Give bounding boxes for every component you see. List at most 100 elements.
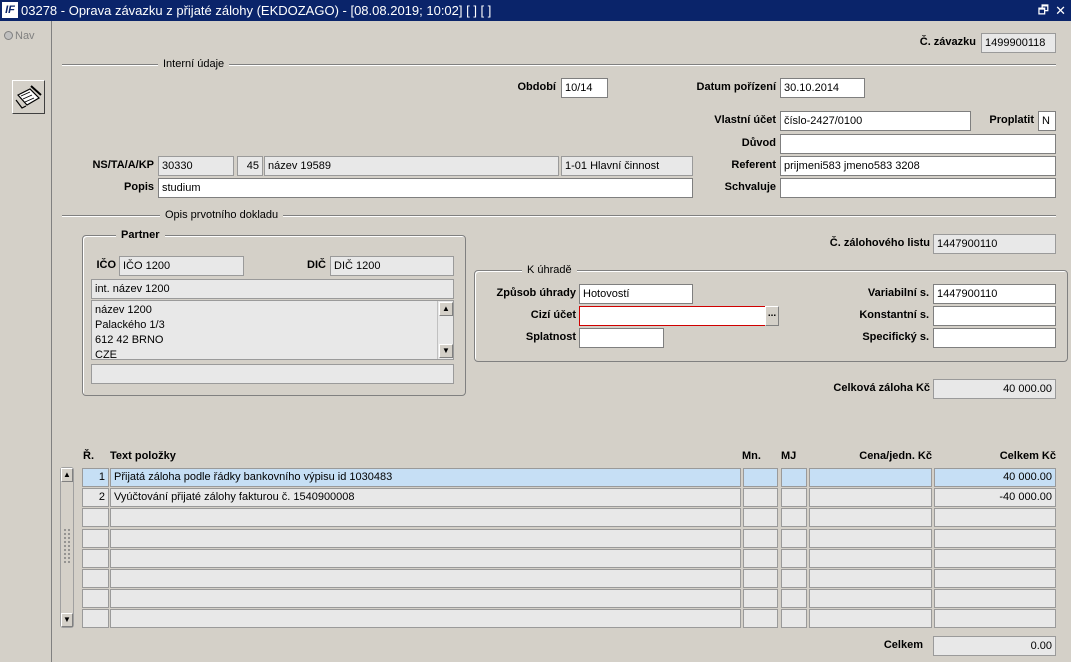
grid-cell-mj[interactable] <box>781 569 807 588</box>
grid-cell-text[interactable] <box>110 569 741 588</box>
vlastni-ucet-label: Vlastní účet <box>714 114 776 126</box>
col-header-cena: Cena/jedn. Kč <box>859 450 932 462</box>
grid-cell-cena[interactable] <box>809 609 932 629</box>
title-bar: IF 03278 - Oprava závazku z přijaté zálo… <box>0 0 1071 21</box>
grid-cell-cena[interactable] <box>809 508 932 528</box>
edit-document-button[interactable] <box>12 80 45 114</box>
scroll-down-icon[interactable]: ▼ <box>439 344 453 358</box>
grid-cell-text[interactable] <box>110 589 741 609</box>
grid-cell-text[interactable]: Vyúčtování přijaté zálohy fakturou č. 15… <box>110 488 741 508</box>
grid-cell-celkem[interactable] <box>934 548 1056 568</box>
scroll-down-icon[interactable]: ▼ <box>61 613 73 627</box>
scroll-up-icon[interactable]: ▲ <box>439 302 453 316</box>
ta-field[interactable]: 45 <box>237 156 263 176</box>
left-panel: Nav <box>0 21 52 662</box>
partner-extra-field[interactable] <box>91 364 454 384</box>
a-field[interactable]: název 19589 <box>264 156 559 176</box>
int-nazev-field[interactable]: int. název 1200 <box>91 279 454 299</box>
col-header-celkem: Celkem Kč <box>999 450 1056 462</box>
grid-cell-mj[interactable] <box>781 589 807 609</box>
grid-cell-r[interactable] <box>82 528 109 548</box>
grid-cell-text[interactable] <box>110 508 741 528</box>
grid-cell-celkem[interactable] <box>934 508 1056 528</box>
proplatit-field[interactable]: N <box>1038 111 1056 131</box>
obdobi-field[interactable]: 10/14 <box>561 78 608 98</box>
grid-cell-celkem[interactable]: -40 000.00 <box>934 488 1056 508</box>
grid-cell-mj[interactable] <box>781 508 807 528</box>
variabilni-field[interactable]: 1447900110 <box>933 284 1056 304</box>
grid-cell-mj[interactable] <box>781 609 807 629</box>
address-line: CZE <box>95 349 117 359</box>
referent-label: Referent <box>731 159 776 171</box>
grid-cell-celkem[interactable] <box>934 528 1056 548</box>
grid-cell-text[interactable]: Přijatá záloha podle řádky bankovního vý… <box>110 468 741 487</box>
zal-listu-field[interactable]: 1447900110 <box>933 234 1056 254</box>
grid-cell-mn[interactable] <box>743 508 778 528</box>
datum-field[interactable]: 30.10.2014 <box>780 78 865 98</box>
grid-cell-celkem[interactable]: 40 000.00 <box>934 468 1056 487</box>
address-line: Palackého 1/3 <box>95 319 165 331</box>
splatnost-field[interactable] <box>579 328 664 348</box>
scroll-up-icon[interactable]: ▲ <box>61 468 73 482</box>
grid-cell-r[interactable] <box>82 569 109 588</box>
col-header-mj: MJ <box>781 450 797 462</box>
grid-cell-cena[interactable] <box>809 569 932 588</box>
address-textarea[interactable]: název 1200 Palackého 1/3 612 42 BRNO CZE… <box>91 300 454 360</box>
nav-label: Nav <box>15 30 35 42</box>
grid-cell-cena[interactable] <box>809 528 932 548</box>
celkem-field[interactable]: 0.00 <box>933 636 1056 656</box>
restore-icon[interactable]: 🗗 <box>1038 0 1049 21</box>
konstantni-field[interactable] <box>933 306 1056 326</box>
grid-cell-mn[interactable] <box>743 488 778 508</box>
grid-cell-mj[interactable] <box>781 548 807 568</box>
grid-cell-cena[interactable] <box>809 548 932 568</box>
grid-cell-r[interactable] <box>82 609 109 629</box>
vlastni-ucet-field[interactable]: číslo-2427/0100 <box>780 111 971 131</box>
opis-section-label: Opis prvotního dokladu <box>160 208 284 222</box>
schvaluje-field[interactable] <box>780 178 1056 198</box>
close-icon[interactable]: ✕ <box>1055 0 1066 21</box>
kp-field[interactable]: 1-01 Hlavní činnost <box>561 156 693 176</box>
grid-cell-celkem[interactable] <box>934 609 1056 629</box>
ns-field[interactable]: 30330 <box>158 156 234 176</box>
grid-cell-r[interactable]: 1 <box>82 468 109 487</box>
grid-cell-celkem[interactable] <box>934 569 1056 588</box>
zavazek-field[interactable]: 1499900118 <box>981 33 1056 53</box>
grid-cell-mj[interactable] <box>781 468 807 487</box>
grid-cell-r[interactable]: 2 <box>82 488 109 508</box>
grid-cell-mn[interactable] <box>743 569 778 588</box>
grid-cell-mj[interactable] <box>781 488 807 508</box>
duvod-field[interactable] <box>780 134 1056 154</box>
grid-cell-text[interactable] <box>110 548 741 568</box>
grid-cell-text[interactable] <box>110 609 741 629</box>
ico-field[interactable]: IČO 1200 <box>119 256 244 276</box>
zal-listu-label: Č. zálohového listu <box>829 237 930 249</box>
popis-field[interactable]: studium <box>158 178 693 198</box>
grid-cell-text[interactable] <box>110 528 741 548</box>
ellipsis-button[interactable]: ... <box>765 306 779 326</box>
celkova-zaloha-field[interactable]: 40 000.00 <box>933 379 1056 399</box>
specificky-field[interactable] <box>933 328 1056 348</box>
grid-cell-cena[interactable] <box>809 589 932 609</box>
grid-cell-r[interactable] <box>82 508 109 528</box>
grid-cell-mj[interactable] <box>781 528 807 548</box>
grid-cell-mn[interactable] <box>743 589 778 609</box>
grid-cell-mn[interactable] <box>743 609 778 629</box>
grid-cell-mn[interactable] <box>743 468 778 487</box>
grid-cell-mn[interactable] <box>743 528 778 548</box>
grid-cell-r[interactable] <box>82 548 109 568</box>
nav-radio[interactable]: Nav <box>4 30 35 42</box>
address-scrollbar[interactable]: ▲ ▼ <box>437 301 453 359</box>
grid-cell-celkem[interactable] <box>934 589 1056 609</box>
duvod-label: Důvod <box>741 137 776 149</box>
schvaluje-label: Schvaluje <box>724 181 776 193</box>
grid-cell-r[interactable] <box>82 589 109 609</box>
zpusob-field[interactable]: Hotovostí <box>579 284 693 304</box>
grid-cell-cena[interactable] <box>809 468 932 487</box>
cizi-ucet-field[interactable] <box>579 306 766 326</box>
grid-cell-mn[interactable] <box>743 548 778 568</box>
referent-field[interactable]: prijmeni583 jmeno583 3208 <box>780 156 1056 176</box>
grid-scrollbar[interactable]: ▲ ▼ <box>60 467 74 628</box>
dic-field[interactable]: DIČ 1200 <box>330 256 454 276</box>
grid-cell-cena[interactable] <box>809 488 932 508</box>
